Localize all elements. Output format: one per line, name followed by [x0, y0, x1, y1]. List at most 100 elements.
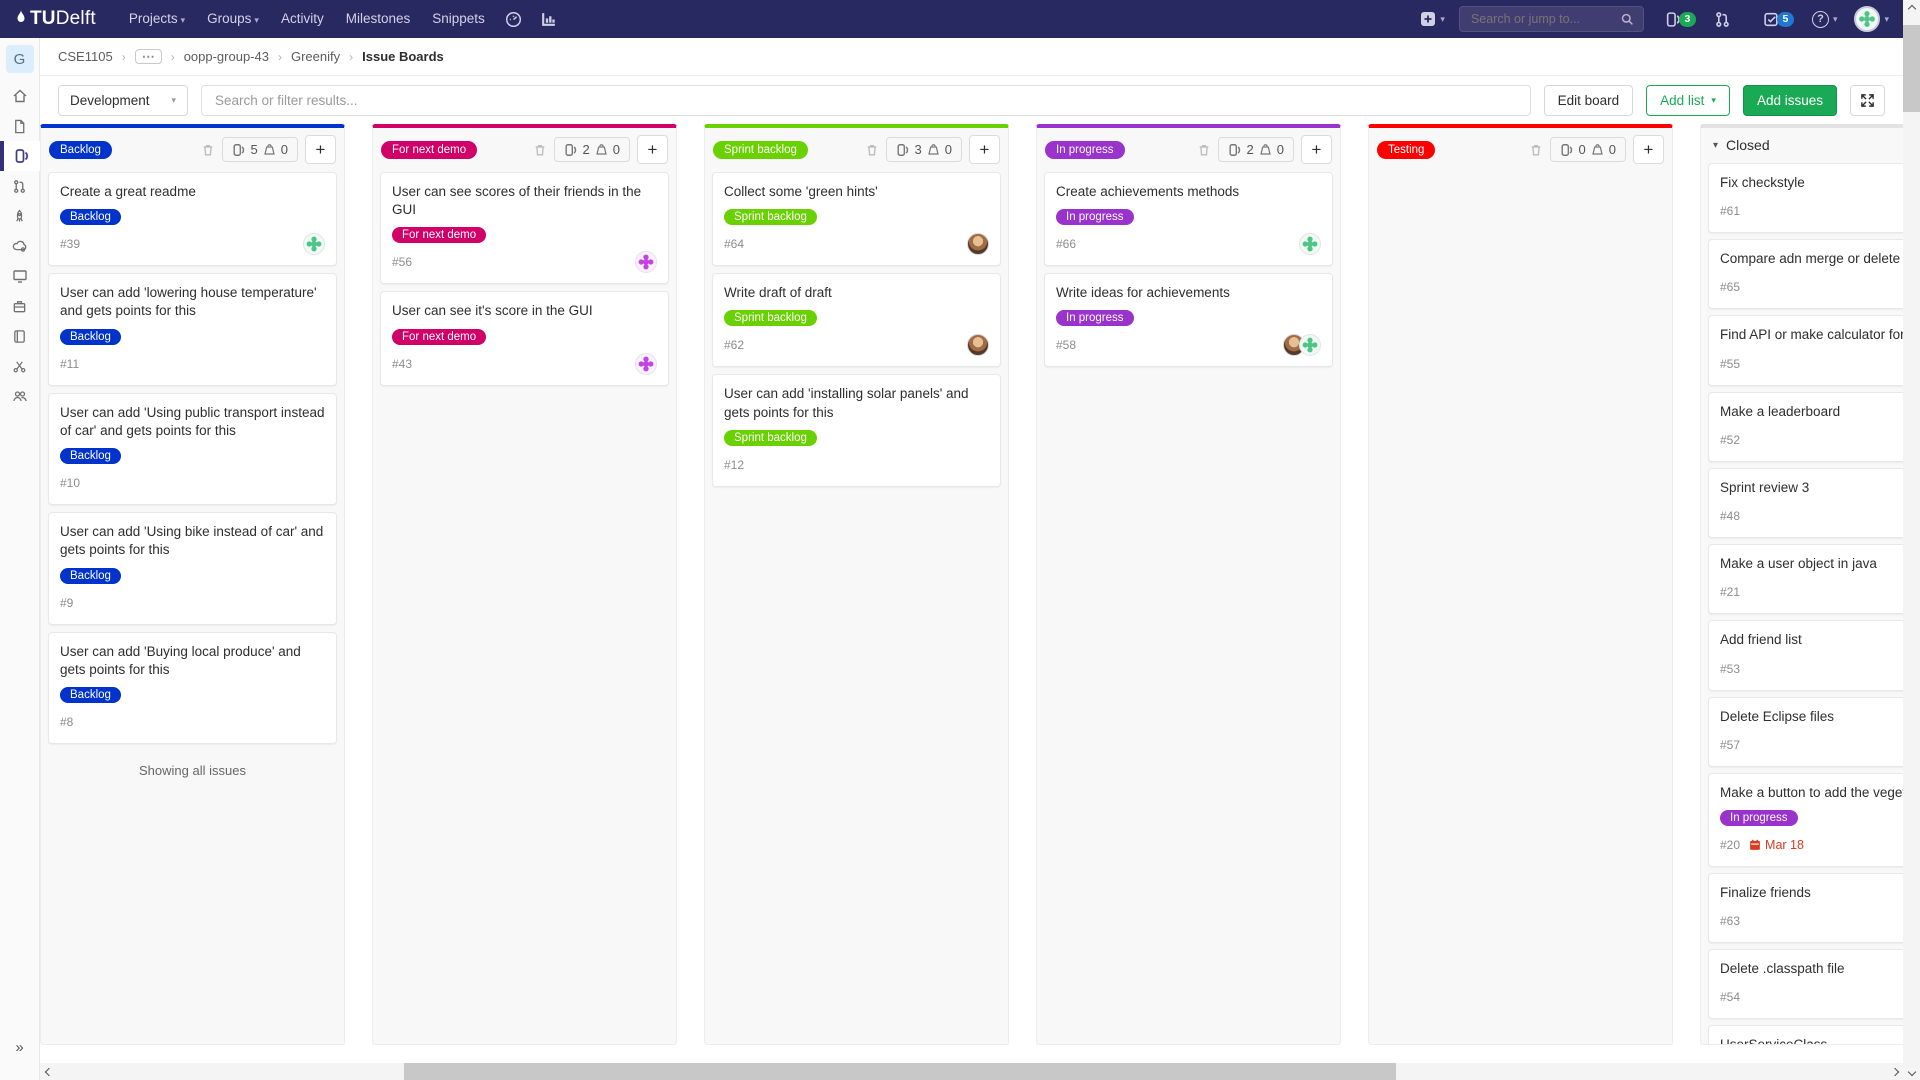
issue-card[interactable]: Delete .classpath file#54 — [1708, 949, 1903, 1019]
issue-card[interactable]: Make a button to add the vegetarianIn pr… — [1708, 773, 1903, 867]
sidebar-item-wiki[interactable] — [0, 321, 40, 351]
nav-milestones[interactable]: Milestones — [335, 0, 422, 38]
vertical-scrollbar[interactable] — [1903, 0, 1920, 1080]
user-menu-button[interactable]: ▾ — [1854, 6, 1889, 32]
issue-card[interactable]: Write ideas for achievementsIn progress#… — [1044, 273, 1333, 367]
issue-label[interactable]: Backlog — [60, 329, 121, 345]
delete-list-button[interactable] — [533, 143, 547, 157]
filter-search-input[interactable] — [201, 85, 1531, 116]
breadcrumb-project[interactable]: Greenify — [291, 49, 340, 64]
avatar-identicon[interactable] — [635, 353, 657, 375]
avatar-photo[interactable] — [967, 233, 989, 255]
merge-requests-button[interactable]: 0 — [1714, 11, 1745, 28]
add-issue-to-list-button[interactable]: + — [1633, 135, 1664, 164]
avatar-identicon[interactable] — [303, 233, 325, 255]
scroll-right-arrow[interactable] — [1886, 1063, 1903, 1080]
todos-button[interactable]: 5 — [1763, 11, 1794, 28]
issue-card[interactable]: User can add 'lowering house temperature… — [48, 273, 337, 385]
vertical-scrollbar-thumb[interactable] — [1903, 25, 1920, 112]
avatar-identicon[interactable] — [1299, 334, 1321, 356]
issues-counter-button[interactable]: 3 — [1665, 11, 1696, 28]
delete-list-button[interactable] — [1529, 143, 1543, 157]
add-issue-to-list-button[interactable]: + — [637, 135, 668, 164]
issue-card[interactable]: User can add 'Using public transport ins… — [48, 393, 337, 505]
issue-label[interactable]: In progress — [1056, 209, 1134, 225]
issue-label[interactable]: Backlog — [60, 687, 121, 703]
issue-card[interactable]: Write draft of draftSprint backlog#62 — [712, 273, 1001, 367]
new-menu-button[interactable]: ▾ — [1420, 11, 1445, 27]
issue-card[interactable]: Finalize friends#63 — [1708, 873, 1903, 943]
operations-dashboard-icon[interactable] — [505, 11, 522, 28]
sidebar-item-members[interactable] — [0, 381, 40, 411]
horizontal-scrollbar-thumb[interactable] — [404, 1063, 1396, 1080]
issue-card[interactable]: Fix checkstyle#61 — [1708, 163, 1903, 233]
issue-card[interactable]: Collect some 'green hints'Sprint backlog… — [712, 172, 1001, 266]
sidebar-item-overview[interactable] — [0, 81, 40, 111]
sidebar-item-ci-cd[interactable] — [0, 201, 40, 231]
issue-card[interactable]: UserServiceClass#50 — [1708, 1025, 1903, 1044]
sidebar-item-repository[interactable] — [0, 111, 40, 141]
issue-label[interactable]: Sprint backlog — [724, 310, 817, 326]
sidebar-item-packages[interactable] — [0, 291, 40, 321]
issue-card[interactable]: Make a leaderboard#52 — [1708, 392, 1903, 462]
sidebar-item-issues[interactable] — [0, 141, 40, 171]
nav-projects[interactable]: Projects▾ — [118, 0, 196, 39]
add-issues-button[interactable]: Add issues — [1743, 85, 1837, 116]
global-search[interactable] — [1459, 6, 1644, 32]
avatar-photo[interactable] — [967, 334, 989, 356]
fullscreen-button[interactable] — [1850, 85, 1885, 116]
issue-card[interactable]: Create achievements methodsIn progress#6… — [1044, 172, 1333, 266]
delete-list-button[interactable] — [1197, 143, 1211, 157]
nav-activity[interactable]: Activity — [270, 0, 335, 38]
issue-card[interactable]: Find API or make calculator for CO2#55 — [1708, 315, 1903, 385]
avatar-identicon[interactable] — [1299, 233, 1321, 255]
add-issue-to-list-button[interactable]: + — [305, 135, 336, 164]
sidebar-item-merge-requests[interactable] — [0, 171, 40, 201]
issue-card[interactable]: User can see it's score in the GUIFor ne… — [380, 291, 669, 385]
nav-groups[interactable]: Groups▾ — [196, 0, 270, 39]
issue-label[interactable]: For next demo — [392, 329, 486, 345]
issue-label[interactable]: Sprint backlog — [724, 209, 817, 225]
issue-card[interactable]: Sprint review 3#48 — [1708, 468, 1903, 538]
horizontal-scrollbar[interactable] — [40, 1063, 1903, 1080]
project-avatar[interactable]: G — [6, 45, 34, 73]
help-menu-button[interactable]: ? ▾ — [1812, 11, 1838, 28]
breadcrumb-group[interactable]: CSE1105 — [58, 49, 113, 64]
issue-label[interactable]: Backlog — [60, 209, 121, 225]
delete-list-button[interactable] — [865, 143, 879, 157]
collapse-list-chevron[interactable]: ▾ — [1713, 140, 1718, 151]
global-search-input[interactable] — [1469, 11, 1621, 27]
add-issue-to-list-button[interactable]: + — [1301, 135, 1332, 164]
issue-card[interactable]: Make a user object in java#21 — [1708, 544, 1903, 614]
scroll-down-arrow[interactable] — [1903, 1063, 1920, 1080]
sidebar-item-snippets[interactable] — [0, 351, 40, 381]
issue-card[interactable]: Create a great readmeBacklog#39 — [48, 172, 337, 266]
issue-card[interactable]: User can add 'Using bike instead of car'… — [48, 512, 337, 624]
add-issue-to-list-button[interactable]: + — [969, 135, 1000, 164]
issue-card[interactable]: Compare adn merge or delete old b#65 — [1708, 239, 1903, 309]
sidebar-item-operations[interactable] — [0, 231, 40, 261]
add-list-button[interactable]: Add list ▾ — [1646, 85, 1730, 116]
issue-card[interactable]: User can add 'installing solar panels' a… — [712, 374, 1001, 486]
nav-snippets[interactable]: Snippets — [421, 0, 496, 38]
scroll-left-arrow[interactable] — [40, 1063, 57, 1080]
scroll-up-arrow[interactable] — [1903, 0, 1920, 17]
issue-card[interactable]: Delete Eclipse files#57 — [1708, 697, 1903, 767]
breadcrumb-ellipsis[interactable]: ⋯ — [135, 49, 162, 64]
sidebar-item-environments[interactable] — [0, 261, 40, 291]
issue-label[interactable]: Backlog — [60, 448, 121, 464]
issue-label[interactable]: In progress — [1056, 310, 1134, 326]
issue-card[interactable]: User can see scores of their friends in … — [380, 172, 669, 284]
instance-statistics-icon[interactable] — [540, 11, 557, 28]
edit-board-button[interactable]: Edit board — [1544, 85, 1634, 116]
avatar-identicon[interactable] — [635, 251, 657, 273]
issue-label[interactable]: For next demo — [392, 227, 486, 243]
sidebar-expand-toggle[interactable]: » — [15, 1039, 23, 1056]
issue-label[interactable]: In progress — [1720, 810, 1798, 826]
tudelft-logo[interactable]: TUDelft — [14, 8, 96, 30]
issue-card[interactable]: User can add 'Buying local produce' and … — [48, 632, 337, 744]
issue-card[interactable]: Add friend list#53 — [1708, 620, 1903, 690]
breadcrumb-subgroup[interactable]: oopp-group-43 — [184, 49, 269, 64]
board-switcher-dropdown[interactable]: Development ▾ — [58, 85, 188, 116]
issue-label[interactable]: Sprint backlog — [724, 430, 817, 446]
